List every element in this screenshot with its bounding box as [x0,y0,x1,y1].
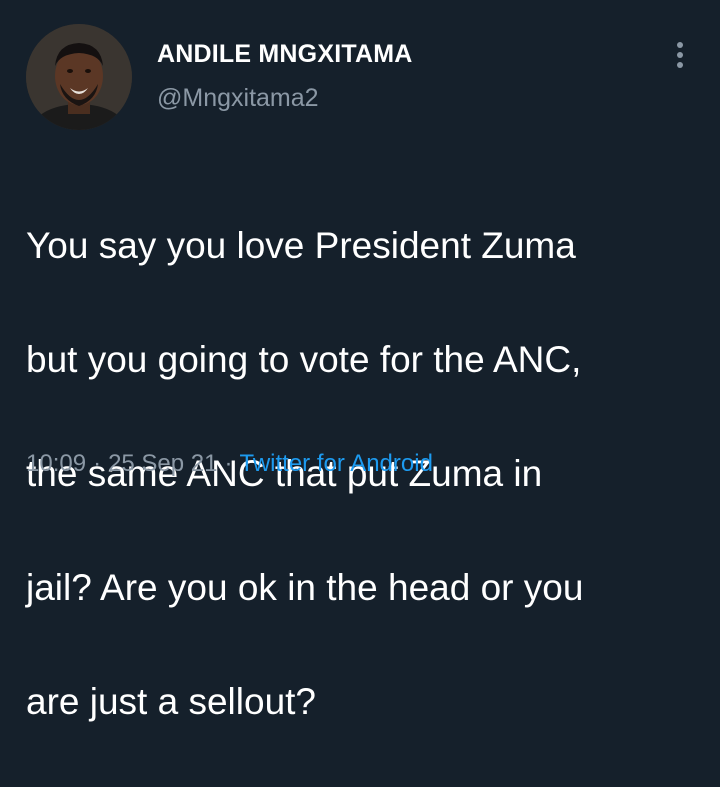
tweet-text-line: but you going to vote for the ANC, [26,339,582,380]
tweet-date: 25 Sep 21 [108,450,218,477]
tweet-text-line: are just a sellout? [26,681,317,722]
tweet-time: 10:09 [26,450,87,477]
avatar[interactable] [26,24,132,130]
more-vertical-icon[interactable] [670,40,690,70]
tweet-source-link[interactable]: Twitter for Android [240,450,433,477]
tweet-card: ANDILE MNGXITAMA @Mngxitama2 You say you… [0,0,720,722]
user-handle[interactable]: @Mngxitama2 [157,84,319,113]
display-name[interactable]: ANDILE MNGXITAMA [157,40,413,69]
meta-separator: · [93,450,102,477]
tweet-text-line: You say you love President Zuma [26,225,576,266]
meta-separator: · [224,450,233,477]
avatar-image [26,24,132,130]
tweet-text-line: jail? Are you ok in the head or you [26,567,584,608]
tweet-meta: 10:09 · 25 Sep 21 · Twitter for Android [26,450,433,478]
